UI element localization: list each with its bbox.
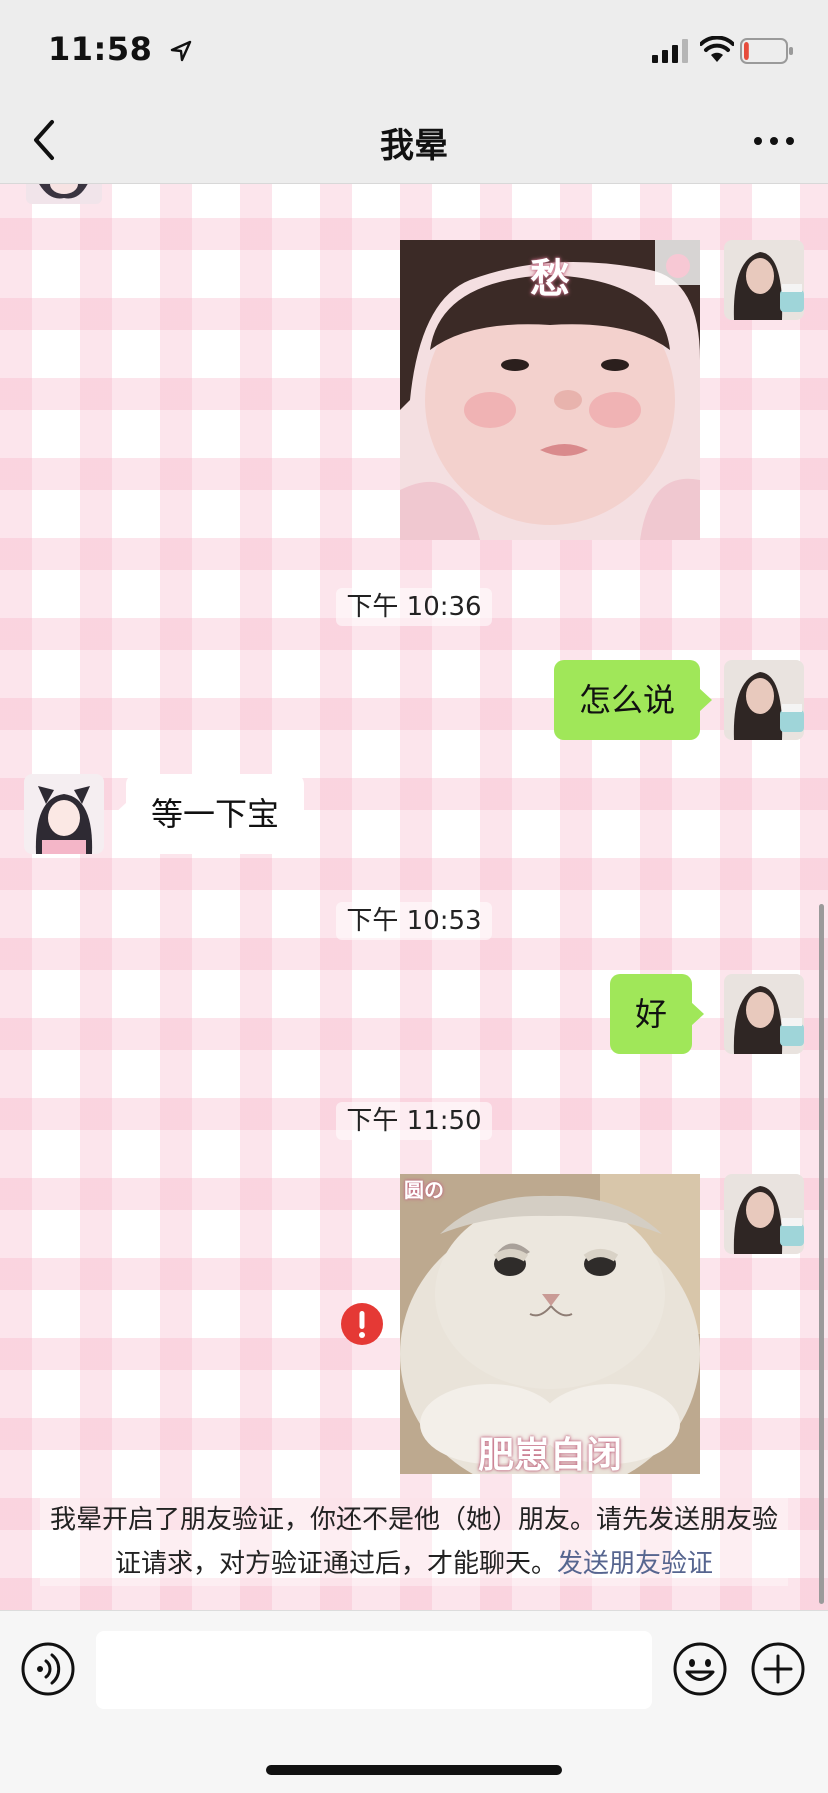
plus-icon[interactable] — [750, 1641, 806, 1697]
status-time: 11:58 — [48, 30, 153, 68]
self-avatar[interactable] — [724, 240, 804, 320]
chat-title: 我晕 — [380, 126, 448, 166]
self-message-bubble[interactable]: 好 — [610, 974, 705, 1054]
timestamp: 下午 11:50 — [0, 1100, 828, 1140]
cellular-signal-icon — [652, 39, 688, 63]
battery-icon — [740, 38, 793, 64]
send-failed-icon[interactable] — [340, 1302, 384, 1346]
sticker-corner-label: 圆の — [404, 1178, 444, 1202]
input-bar — [0, 1610, 828, 1793]
friend-avatar[interactable] — [26, 184, 102, 204]
self-avatar[interactable] — [724, 660, 804, 740]
top-bar: 11:58 我晕 — [0, 0, 828, 184]
voice-icon[interactable] — [20, 1641, 76, 1697]
system-notice: 我晕开启了朋友验证，你还不是他（她）朋友。请先发送朋友验证请求，对方验证通过后，… — [40, 1498, 788, 1586]
wifi-icon — [700, 36, 734, 62]
chat-area[interactable]: 愁 下午 10:36 怎么说 等一下宝 下午 10:53 好 下午 11:50 — [0, 184, 828, 1610]
sticker-message[interactable]: 圆の 肥崽自闭 — [400, 1174, 700, 1474]
emoji-icon[interactable] — [672, 1641, 728, 1697]
scrollbar[interactable] — [819, 904, 824, 1604]
friend-avatar[interactable] — [24, 774, 104, 854]
location-arrow-icon — [170, 40, 192, 62]
sticker-caption: 肥崽自闭 — [477, 1435, 622, 1474]
timestamp: 下午 10:36 — [0, 586, 828, 626]
home-indicator — [266, 1765, 562, 1775]
message-input[interactable] — [96, 1631, 652, 1709]
more-options-icon[interactable] — [750, 126, 798, 156]
self-message-bubble[interactable]: 怎么说 — [554, 660, 713, 740]
friend-message-bubble[interactable]: 等一下宝 — [113, 774, 305, 854]
self-avatar[interactable] — [724, 1174, 804, 1254]
send-verification-link[interactable]: 发送朋友验证 — [557, 1549, 713, 1579]
timestamp: 下午 10:53 — [0, 900, 828, 940]
sticker-caption: 愁 — [530, 256, 570, 302]
sticker-message[interactable]: 愁 — [400, 240, 700, 540]
self-avatar[interactable] — [724, 974, 804, 1054]
